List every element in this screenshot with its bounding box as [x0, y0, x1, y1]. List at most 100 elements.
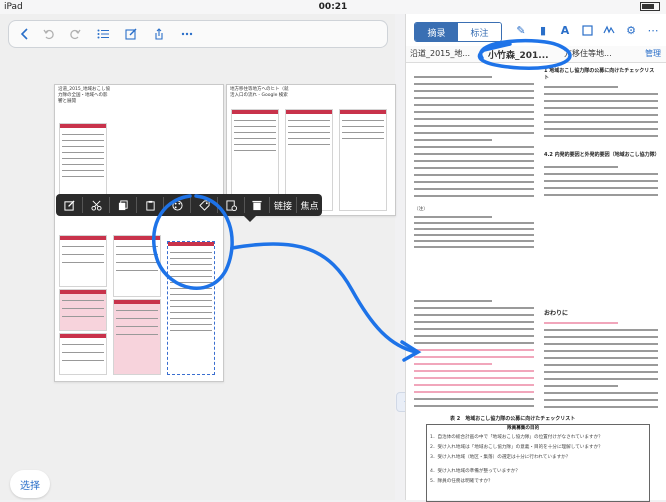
list-icon[interactable] — [93, 24, 113, 44]
page-thumbnail[interactable] — [59, 235, 107, 287]
document-pane: 摘录 标注 ✎ ▮ A ⚙ ⋯ 沿道_2015_地... 小竹森_201... … — [405, 14, 666, 502]
context-menu-arrow — [244, 216, 256, 222]
pen-icon[interactable]: ✎ — [514, 23, 528, 37]
text-line — [414, 167, 534, 169]
more-icon[interactable] — [177, 24, 197, 44]
text-line — [544, 187, 658, 189]
text-line — [414, 377, 534, 379]
text-line — [414, 328, 534, 330]
text-line — [414, 181, 534, 183]
rectangle-icon[interactable] — [580, 23, 594, 37]
status-bar: iPad 00:21 — [0, 0, 666, 14]
table-row: 2．受け入れ地域は「地域おこし協力隊」の意義・目的を十分に理解していますか？ — [430, 445, 603, 450]
undo-icon[interactable] — [39, 24, 59, 44]
text-line — [414, 349, 534, 351]
text-line — [414, 370, 534, 372]
text-line — [544, 173, 658, 175]
mindmap-canvas[interactable]: 沿道_2015_地域おこし協力隊の全国・地域への影響と展開 地方移住等地方へのヒ… — [0, 52, 396, 500]
text-line — [414, 195, 534, 197]
text-line — [544, 371, 658, 373]
cut-icon[interactable] — [83, 194, 109, 216]
focus-button[interactable]: 焦点 — [297, 194, 322, 216]
add-note-icon[interactable] — [218, 194, 244, 216]
page-thumbnail[interactable] — [113, 299, 161, 375]
select-button[interactable]: 选择 — [10, 470, 50, 498]
text-line — [414, 188, 534, 190]
edit-icon[interactable] — [121, 24, 141, 44]
text-line — [544, 194, 658, 196]
document-tab-active[interactable]: 小竹森_201... — [488, 48, 549, 61]
manage-button[interactable]: 管理 — [645, 48, 661, 59]
text-line — [544, 399, 658, 401]
text-line — [414, 240, 534, 242]
page-thumbnail[interactable] — [339, 109, 387, 211]
document-page-bottom[interactable]: おわりに 表 2 地域おこし協力隊の公募に向けたチェックリスト 隊員募集の目的 … — [410, 294, 664, 502]
document-page-top[interactable]: 1 地域おこし協力隊の公募に向けたチェックリスト 4.2 内発的要因と外発的要因… — [410, 66, 664, 280]
text-line — [544, 166, 619, 168]
text-line — [414, 90, 534, 92]
paste-icon[interactable] — [137, 194, 163, 216]
section-heading: おわりに — [544, 310, 569, 317]
text-line — [414, 146, 534, 148]
text-line — [414, 314, 534, 316]
chevron-left-icon[interactable] — [15, 24, 35, 44]
gear-icon[interactable]: ⚙ — [624, 23, 638, 37]
more-icon[interactable]: ⋯ — [646, 23, 660, 37]
document-tab[interactable]: 沿道_2015_地... — [410, 48, 470, 59]
text-line — [544, 107, 658, 109]
mode-segmented-control: 摘录 标注 — [414, 22, 502, 42]
text-line — [414, 321, 534, 323]
text-line — [414, 76, 492, 78]
section-heading: 4.2 内発的要因と外発的要因（地域おこし協力隊） — [544, 152, 660, 158]
text-line — [414, 83, 534, 85]
highlighter-icon[interactable]: ▮ — [536, 23, 550, 37]
text-line — [414, 160, 534, 162]
text-line — [544, 128, 658, 130]
table-row: 1．自治体の総合計画の中で「地域おこし協力隊」の位置付けがなされていますか？ — [430, 435, 603, 440]
document-tabs: 沿道_2015_地... 小竹森_201... 方移住等地... 管理 — [406, 46, 666, 63]
redo-icon[interactable] — [65, 24, 85, 44]
text-line — [544, 114, 658, 116]
text-line — [414, 363, 492, 365]
text-line — [544, 180, 658, 182]
text-line — [414, 132, 534, 134]
text-line — [544, 343, 658, 345]
text-line — [414, 300, 492, 302]
text-line — [414, 216, 492, 218]
text-line — [414, 222, 534, 224]
context-menu: 链接 焦点 — [56, 194, 322, 222]
page-thumbnail[interactable] — [59, 289, 107, 331]
page-thumbnail[interactable] — [59, 333, 107, 375]
trash-icon[interactable] — [245, 194, 269, 216]
text-line — [544, 121, 658, 123]
text-line — [544, 93, 658, 95]
link-button[interactable]: 链接 — [270, 194, 296, 216]
page-thumbnail-selected[interactable] — [167, 241, 215, 375]
palette-icon[interactable] — [164, 194, 190, 216]
document-tab[interactable]: 方移住等地... — [564, 48, 612, 59]
tag-icon[interactable] — [191, 194, 217, 216]
share-icon[interactable] — [149, 24, 169, 44]
page-thumbnail[interactable] — [113, 235, 161, 297]
tab-annotate[interactable]: 标注 — [458, 23, 501, 41]
battery-icon — [637, 2, 660, 13]
page-thumbnail[interactable] — [59, 123, 107, 199]
signature-icon[interactable] — [602, 23, 616, 37]
text-line — [544, 336, 658, 338]
footnote-label: （注） — [414, 207, 428, 212]
text-line — [414, 104, 534, 106]
text-line — [544, 135, 658, 137]
text-line — [414, 111, 534, 113]
text-icon[interactable]: A — [558, 23, 572, 37]
tab-excerpt[interactable]: 摘录 — [415, 23, 458, 41]
text-line — [544, 329, 658, 331]
text-line — [414, 246, 534, 248]
copy-icon[interactable] — [110, 194, 136, 216]
mindmap-card-1[interactable]: 沿道_2015_地域おこし協力隊の全国・地域への影響と展開 — [54, 84, 224, 382]
text-line — [414, 125, 534, 127]
edit-icon[interactable] — [56, 194, 82, 216]
table-row: 3．受け入れ地域（地区・集落）の選定は十分に行われていますか？ — [430, 455, 571, 460]
card-title: 地方移住等地方へのヒト（就活入口の流れ - Google 検索 — [230, 87, 289, 98]
text-line — [544, 364, 658, 366]
table-row: 5．隊員の任務は明確ですか？ — [430, 479, 493, 484]
